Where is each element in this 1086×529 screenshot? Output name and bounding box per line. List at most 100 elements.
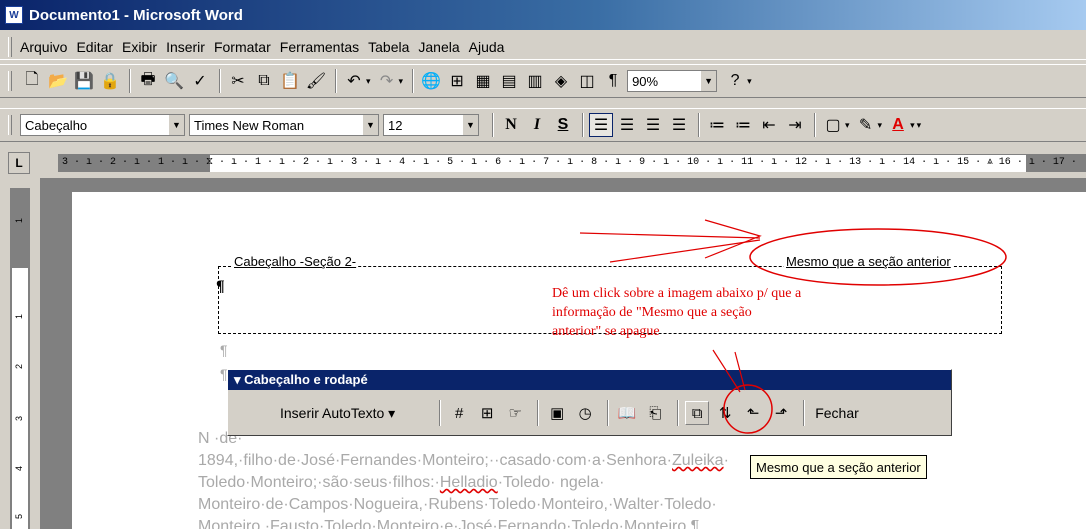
- borders-dropdown-icon[interactable]: ▾: [845, 120, 850, 131]
- zoom-value: 90%: [632, 73, 659, 89]
- numbering-icon[interactable]: ≔: [705, 113, 729, 137]
- insert-excel-icon[interactable]: ▤: [497, 69, 521, 93]
- formatting-toolbar: Cabeçalho ▼ Times New Roman ▼ 12 ▼ N I S…: [0, 108, 1086, 142]
- zoom-dropdown-icon[interactable]: ▼: [700, 71, 717, 91]
- insert-date-icon[interactable]: ▣: [545, 401, 569, 425]
- drawing-icon[interactable]: ◈: [549, 69, 573, 93]
- menu-ferramentas[interactable]: Ferramentas: [280, 39, 359, 55]
- print-preview-icon[interactable]: 🔍: [162, 69, 186, 93]
- menu-arquivo[interactable]: Arquivo: [20, 39, 67, 55]
- document-page[interactable]: Cabeçalho -Seção 2- Mesmo que a seção an…: [72, 192, 1086, 529]
- format-page-number-icon[interactable]: ☞: [503, 401, 527, 425]
- menu-tabela[interactable]: Tabela: [368, 39, 409, 55]
- style-dropdown-icon[interactable]: ▼: [168, 115, 184, 135]
- ruler-ticks: 3 · ı · 2 · ı · 1 · ı · ⧖ · ı · 1 · ı · …: [62, 157, 1077, 168]
- size-dropdown-icon[interactable]: ▼: [462, 115, 478, 135]
- insert-time-icon[interactable]: ◷: [573, 401, 597, 425]
- horizontal-ruler[interactable]: 3 · ı · 2 · ı · 1 · ı · ⧖ · ı · 1 · ı · …: [58, 154, 1086, 172]
- redo-icon[interactable]: ↷: [375, 69, 399, 93]
- print-icon[interactable]: 🖶: [136, 69, 160, 93]
- vertical-ruler[interactable]: 1 1 2 3 4 5: [10, 188, 30, 529]
- align-right-icon[interactable]: ☰: [641, 113, 665, 137]
- insert-autotext-button[interactable]: Inserir AutoTexto ▾: [280, 405, 395, 422]
- font-dropdown-icon[interactable]: ▼: [362, 115, 378, 135]
- cut-icon[interactable]: ✂: [226, 69, 250, 93]
- menu-ajuda[interactable]: Ajuda: [469, 39, 505, 55]
- redo-dropdown-icon[interactable]: ▾: [399, 76, 404, 87]
- menu-inserir[interactable]: Inserir: [166, 39, 205, 55]
- same-as-previous-label: Mesmo que a seção anterior: [784, 254, 953, 269]
- misspelled-word: Helladio: [439, 474, 498, 491]
- page-setup-icon[interactable]: 📖: [615, 401, 639, 425]
- vruler-number: 1: [14, 314, 24, 320]
- increase-indent-icon[interactable]: ⇥: [783, 113, 807, 137]
- open-icon[interactable]: 📂: [46, 69, 70, 93]
- paste-icon[interactable]: 📋: [278, 69, 302, 93]
- menu-editar[interactable]: Editar: [76, 39, 113, 55]
- menu-exibir[interactable]: Exibir: [122, 39, 157, 55]
- header-footer-toolbar: ▾ Cabeçalho e rodapé Inserir AutoTexto ▾…: [227, 369, 952, 436]
- tables-borders-icon[interactable]: ⊞: [445, 69, 469, 93]
- style-value: Cabeçalho: [25, 117, 88, 133]
- highlight-icon[interactable]: ✎: [854, 113, 878, 137]
- hyperlink-icon[interactable]: 🌐: [419, 69, 443, 93]
- format-painter-icon[interactable]: 🖌: [304, 69, 328, 93]
- toolbar-separator: [219, 69, 221, 93]
- underline-button[interactable]: S: [551, 113, 575, 137]
- toolbar-separator: [412, 69, 415, 93]
- show-previous-icon[interactable]: ⬑: [741, 401, 765, 425]
- show-hide-icon[interactable]: ¶: [601, 69, 625, 93]
- switch-header-footer-icon[interactable]: ⇅: [713, 401, 737, 425]
- insert-table-icon[interactable]: ▦: [471, 69, 495, 93]
- insert-page-number-icon[interactable]: #: [447, 401, 471, 425]
- highlight-dropdown-icon[interactable]: ▾: [878, 120, 883, 131]
- style-select[interactable]: Cabeçalho ▼: [20, 114, 185, 136]
- same-as-previous-icon[interactable]: ⧉: [685, 401, 710, 425]
- tab-selector[interactable]: L: [8, 152, 30, 174]
- decrease-indent-icon[interactable]: ⇤: [757, 113, 781, 137]
- align-left-icon[interactable]: ☰: [589, 113, 613, 137]
- pilcrow: ¶: [220, 342, 228, 358]
- menu-janela[interactable]: Janela: [418, 39, 459, 55]
- save-icon[interactable]: 💾: [72, 69, 96, 93]
- toolbar-title[interactable]: ▾ Cabeçalho e rodapé: [228, 370, 951, 390]
- toolbar-grip[interactable]: [8, 115, 12, 135]
- new-document-icon[interactable]: 🗋: [20, 69, 44, 93]
- undo-icon[interactable]: ↶: [342, 69, 366, 93]
- justify-icon[interactable]: ☰: [667, 113, 691, 137]
- size-value: 12: [388, 117, 403, 133]
- copy-icon[interactable]: ⧉: [252, 69, 276, 93]
- permission-icon[interactable]: 🔒: [98, 69, 122, 93]
- window-title: Documento1 - Microsoft Word: [29, 6, 243, 24]
- bold-button[interactable]: N: [499, 113, 523, 137]
- align-center-icon[interactable]: ☰: [615, 113, 639, 137]
- document-map-icon[interactable]: ◫: [575, 69, 599, 93]
- italic-button[interactable]: I: [525, 113, 549, 137]
- toolbar-separator: [582, 113, 584, 137]
- show-hide-document-text-icon[interactable]: ⎗: [643, 401, 667, 425]
- word-app-icon[interactable]: W: [5, 6, 23, 24]
- menu-grip[interactable]: [8, 36, 12, 57]
- font-color-icon[interactable]: A: [886, 113, 910, 137]
- font-color-dropdown-icon[interactable]: ▾: [910, 120, 915, 131]
- show-next-icon[interactable]: ⬏: [769, 401, 793, 425]
- toolbar-body: Inserir AutoTexto ▾ # ⊞ ☞ ▣ ◷ 📖 ⎗ ⧉ ⇅ ⬑ …: [228, 392, 951, 434]
- toolbar-separator: [129, 69, 131, 93]
- toolbar-options-icon[interactable]: ▾: [917, 120, 922, 131]
- borders-icon[interactable]: ▢: [821, 113, 845, 137]
- zoom-select[interactable]: 90% ▼: [627, 70, 718, 92]
- font-select[interactable]: Times New Roman ▼: [189, 114, 379, 136]
- insert-number-of-pages-icon[interactable]: ⊞: [475, 401, 499, 425]
- spelling-icon[interactable]: ✓: [188, 69, 212, 93]
- close-header-footer-button[interactable]: Fechar: [815, 405, 859, 421]
- size-select[interactable]: 12 ▼: [383, 114, 479, 136]
- help-icon[interactable]: ?: [723, 69, 747, 93]
- body-line: Monteiro·de·Campos·Nogueira,·Rubens·Tole…: [198, 496, 717, 513]
- instruction-line: anterior" se apague: [552, 324, 660, 339]
- undo-dropdown-icon[interactable]: ▾: [366, 76, 371, 87]
- toolbar-options-icon[interactable]: ▾: [747, 76, 752, 87]
- columns-icon[interactable]: ▥: [523, 69, 547, 93]
- bullets-icon[interactable]: ≔: [731, 113, 755, 137]
- menu-formatar[interactable]: Formatar: [214, 39, 271, 55]
- toolbar-grip[interactable]: [8, 71, 12, 91]
